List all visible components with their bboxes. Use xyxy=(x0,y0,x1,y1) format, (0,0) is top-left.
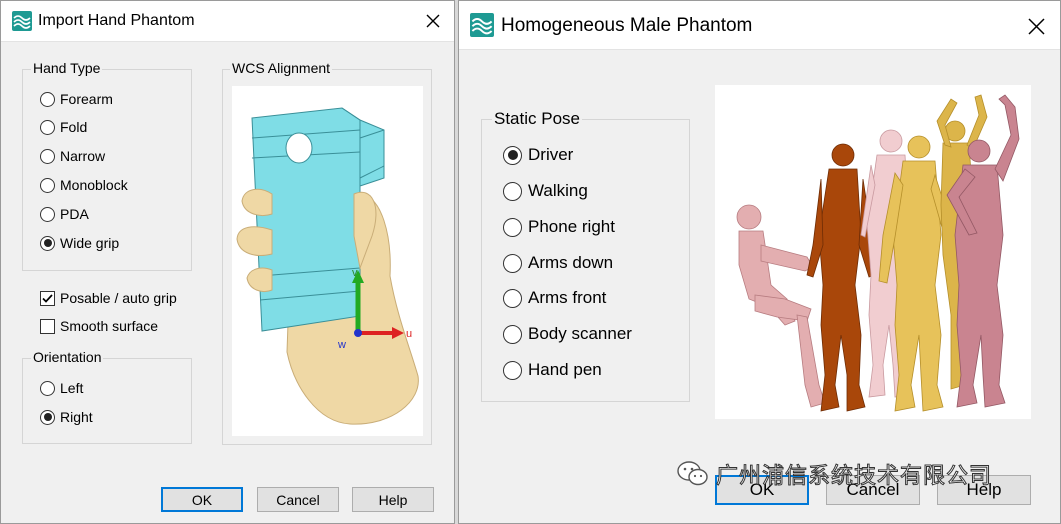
radio-arms-front[interactable]: Arms front xyxy=(503,288,606,308)
close-icon xyxy=(426,14,440,28)
radio-left[interactable]: Left xyxy=(40,380,83,396)
radio-label: Forearm xyxy=(60,91,113,107)
phantom-app-icon xyxy=(470,13,494,37)
dialog-title: Homogeneous Male Phantom xyxy=(501,15,753,36)
radio-narrow[interactable]: Narrow xyxy=(40,148,105,164)
ok-button[interactable]: OK xyxy=(161,487,243,512)
orientation-group: Orientation xyxy=(22,349,192,444)
radio-label: Wide grip xyxy=(60,235,120,251)
radio-button[interactable] xyxy=(40,119,55,135)
phantom-app-icon xyxy=(12,11,32,31)
radio-pda[interactable]: PDA xyxy=(40,206,89,222)
hand-phantom-render: v u w xyxy=(236,107,419,425)
radio-phone-right[interactable]: Phone right xyxy=(503,217,615,237)
radio-hand-pen[interactable]: Hand pen xyxy=(503,360,602,380)
checkbox-box[interactable] xyxy=(40,290,55,306)
radio-button[interactable] xyxy=(503,324,522,344)
wechat-icon xyxy=(677,461,708,486)
help-button[interactable]: Help xyxy=(352,487,434,512)
radio-button-selected[interactable] xyxy=(40,409,55,425)
radio-button[interactable] xyxy=(503,217,522,237)
cancel-button[interactable]: Cancel xyxy=(257,487,339,512)
import-hand-phantom-dialog: Import Hand Phantom Hand Type Forearm Fo… xyxy=(0,0,455,524)
radio-button[interactable] xyxy=(503,360,522,380)
title-bar: Import Hand Phantom xyxy=(1,1,454,42)
axis-label-u: u xyxy=(406,328,412,340)
radio-button[interactable] xyxy=(503,181,522,201)
posable-auto-grip-checkbox[interactable]: Posable / auto grip xyxy=(40,290,177,306)
radio-monoblock[interactable]: Monoblock xyxy=(40,177,128,193)
radio-label: Left xyxy=(60,380,84,396)
radio-label: Phone right xyxy=(528,217,615,236)
radio-button[interactable] xyxy=(40,380,55,396)
radio-driver[interactable]: Driver xyxy=(503,145,573,165)
axis-label-v: v xyxy=(352,267,358,279)
radio-forearm[interactable]: Forearm xyxy=(40,91,113,107)
radio-label: Arms front xyxy=(528,288,607,307)
axis-label-w: w xyxy=(337,339,346,351)
radio-label: Monoblock xyxy=(60,177,128,193)
wcs-alignment-label: WCS Alignment xyxy=(230,60,333,76)
radio-label: Arms down xyxy=(528,253,614,272)
hand-preview: v u w xyxy=(232,86,423,436)
close-button[interactable] xyxy=(1020,10,1052,42)
radio-right[interactable]: Right xyxy=(40,409,93,425)
close-button[interactable] xyxy=(419,7,447,35)
radio-label: Right xyxy=(60,409,93,425)
male-phantom-figures xyxy=(736,94,1020,412)
radio-label: Narrow xyxy=(60,148,106,164)
radio-label: Walking xyxy=(528,181,588,200)
dialog-title: Import Hand Phantom xyxy=(38,12,195,29)
static-pose-label: Static Pose xyxy=(492,109,582,129)
radio-label: PDA xyxy=(60,206,89,222)
watermark: 广州浦信系统技术有限公司 xyxy=(676,458,992,490)
radio-wide-grip[interactable]: Wide grip xyxy=(40,235,119,251)
radio-button-selected[interactable] xyxy=(503,145,522,165)
title-bar: Homogeneous Male Phantom xyxy=(459,1,1060,50)
radio-button[interactable] xyxy=(503,253,522,273)
radio-label: Driver xyxy=(528,145,574,164)
watermark-text: 广州浦信系统技术有限公司 xyxy=(715,464,993,490)
radio-walking[interactable]: Walking xyxy=(503,181,588,201)
radio-label: Body scanner xyxy=(528,324,632,343)
orientation-label: Orientation xyxy=(31,349,104,365)
smooth-surface-checkbox[interactable]: Smooth surface xyxy=(40,318,158,334)
radio-button[interactable] xyxy=(40,206,55,222)
checkmark-icon xyxy=(42,293,53,303)
radio-label: Fold xyxy=(60,119,88,135)
phantom-preview xyxy=(715,85,1031,419)
checkbox-label: Smooth surface xyxy=(60,318,159,334)
checkbox-label: Posable / auto grip xyxy=(60,290,177,306)
radio-fold[interactable]: Fold xyxy=(40,119,87,135)
radio-label: Hand pen xyxy=(528,360,602,379)
radio-button[interactable] xyxy=(40,177,55,193)
homogeneous-male-phantom-dialog: Homogeneous Male Phantom Static Pose Dri… xyxy=(458,0,1061,524)
hand-type-label: Hand Type xyxy=(31,60,103,76)
checkbox-box[interactable] xyxy=(40,318,55,334)
radio-button[interactable] xyxy=(40,91,55,107)
radio-body-scanner[interactable]: Body scanner xyxy=(503,324,632,344)
radio-button[interactable] xyxy=(40,148,55,164)
radio-arms-down[interactable]: Arms down xyxy=(503,253,613,273)
radio-button[interactable] xyxy=(503,288,522,308)
radio-button-selected[interactable] xyxy=(40,235,55,251)
close-icon xyxy=(1027,17,1045,35)
